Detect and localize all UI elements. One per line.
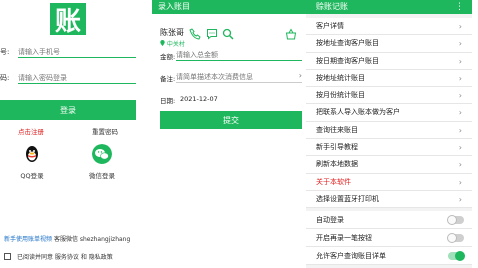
menu-item[interactable]: 按地址统计账目 › <box>306 69 472 88</box>
chevron-right-icon: › <box>458 91 462 101</box>
password-row: 码: <box>0 70 136 86</box>
menu-item-label: 刷新本地数据 <box>316 160 358 169</box>
menu-item-label: 新手引导教程 <box>316 143 358 152</box>
menu-item[interactable]: 查询往来账目 › <box>306 121 472 140</box>
qq-icon <box>26 146 38 162</box>
customer-location: 中关村 <box>160 39 185 48</box>
menu-item[interactable]: 选择设置蓝牙打印机 › <box>306 190 472 209</box>
date-row[interactable]: 日期: 2021-12-07 <box>160 92 302 106</box>
chevron-right-icon: › <box>458 73 462 83</box>
toggle-knob <box>447 215 457 225</box>
menu-screen: 赊账记账 ⋮ 客户详情 › 按地址查询客户账目 › 按日期查询客户账目 › 按地址统计账目 ›… <box>306 0 472 268</box>
note-row: 备注: › <box>160 70 302 84</box>
switch-row: 允许客户查询账目详单 <box>306 247 472 265</box>
menu-item[interactable]: 刷新本地数据 › <box>306 156 472 174</box>
entry-app-bar: 录入账目 <box>152 0 306 14</box>
agreement-row: 已阅读并同意 服务协议 和 隐私政策 <box>4 252 113 261</box>
toggle-knob <box>447 233 457 243</box>
chevron-right-icon: › <box>458 22 462 31</box>
service-wechat: 客服微信 shezhangjizhang <box>53 236 131 243</box>
basket-icon[interactable] <box>285 28 297 40</box>
menu-item[interactable]: 客户详情 › <box>306 18 472 36</box>
chevron-right-icon: › <box>458 177 462 187</box>
agree-checkbox[interactable] <box>4 253 11 260</box>
qq-login[interactable]: QQ登录 <box>12 144 52 180</box>
toggle-switch[interactable] <box>447 215 464 225</box>
settings-switches: 自动登录开启再录一笔按钮允许客户查询账目详单 <box>306 211 472 265</box>
note-input[interactable] <box>176 71 302 83</box>
menu-item[interactable]: 把联系人导入账本做为客户 › <box>306 104 472 122</box>
amount-input[interactable] <box>176 49 302 61</box>
menu-item-label: 按月份统计账目 <box>316 91 365 100</box>
amount-label: 金额: <box>160 53 176 61</box>
chevron-right-icon[interactable]: › <box>299 71 302 80</box>
agree-text: 已阅读并同意 服务协议 和 隐私政策 <box>17 254 113 261</box>
menu-item[interactable]: 按地址查询客户账目 › <box>306 35 472 53</box>
qq-login-label: QQ登录 <box>20 172 44 180</box>
phone-input[interactable] <box>18 46 136 58</box>
location-text: 中关村 <box>166 41 185 48</box>
login-screen: 账 号: 码: 登录 点击注册 重置密码 QQ登录 微信登录 新手使用账单视频 … <box>0 0 152 268</box>
menu-item-label: 查询往来账目 <box>316 125 358 134</box>
menu-item-label: 把联系人导入账本做为客户 <box>316 108 400 117</box>
menu-item[interactable]: 按日期查询客户账目 › <box>306 52 472 70</box>
search-icon[interactable] <box>222 28 234 40</box>
date-value[interactable]: 2021-12-07 <box>180 95 218 103</box>
menu-app-bar: 赊账记账 <box>306 0 472 14</box>
chevron-right-icon: › <box>458 125 462 135</box>
menu-item[interactable]: 按月份统计账目 › <box>306 87 472 105</box>
password-label: 码: <box>0 74 10 82</box>
message-icon[interactable] <box>206 28 218 40</box>
menu-item-label: 按日期查询客户账目 <box>316 56 379 65</box>
switch-row: 自动登录 <box>306 211 472 229</box>
toggle-switch[interactable] <box>447 233 464 243</box>
switch-label: 允许客户查询账目详单 <box>316 252 386 260</box>
menu-item-label: 关于本软件 <box>316 177 351 186</box>
menu-item-label: 按地址查询客户账目 <box>316 39 379 48</box>
chevron-right-icon: › <box>458 194 462 204</box>
switch-label: 自动登录 <box>316 216 344 224</box>
login-button[interactable]: 登录 <box>0 100 136 120</box>
note-label: 备注: <box>160 75 176 83</box>
reset-password-link[interactable]: 重置密码 <box>92 126 118 136</box>
wechat-login[interactable]: 微信登录 <box>82 144 122 180</box>
entry-title: 录入账目 <box>158 2 190 11</box>
app-logo: 账 <box>50 3 86 37</box>
chevron-right-icon: › <box>458 160 462 170</box>
help-line: 新手使用账单视频 客服微信 shezhangjizhang <box>4 234 130 243</box>
menu-item-label: 客户详情 <box>316 22 344 30</box>
tutorial-link[interactable]: 新手使用账单视频 <box>4 236 52 243</box>
location-pin-icon <box>160 40 165 46</box>
menu-item-label: 按地址统计账目 <box>316 73 365 82</box>
wechat-icon <box>92 144 112 164</box>
phone-label: 号: <box>0 48 10 56</box>
register-link[interactable]: 点击注册 <box>18 126 44 136</box>
chevron-right-icon: › <box>458 108 462 118</box>
date-label: 日期: <box>160 97 176 105</box>
menu-item[interactable]: 关于本软件 › <box>306 173 472 191</box>
chevron-right-icon: › <box>458 143 462 153</box>
logo-char: 账 <box>54 6 81 37</box>
customer-name: 陈张哥 <box>160 28 184 37</box>
submit-button[interactable]: 提交 <box>160 111 302 129</box>
menu-item-label: 选择设置蓝牙打印机 <box>316 194 379 203</box>
menu-title: 赊账记账 <box>316 2 348 11</box>
menu-item[interactable]: 新手引导教程 › <box>306 139 472 157</box>
menu-list: 客户详情 › 按地址查询客户账目 › 按日期查询客户账目 › 按地址统计账目 › 按月份统计账目… <box>306 18 472 209</box>
entry-screen: 录入账目 陈张哥 中关村 金额: 备注: › 日期: 2021-12-07 提交 <box>152 0 306 268</box>
chevron-right-icon: › <box>458 39 462 49</box>
amount-row: 金额: <box>160 48 302 62</box>
wechat-login-label: 微信登录 <box>89 172 115 180</box>
phone-icon[interactable] <box>189 28 201 40</box>
chevron-right-icon: › <box>458 56 462 66</box>
switch-row: 开启再录一笔按钮 <box>306 229 472 247</box>
toggle-knob <box>455 251 465 261</box>
phone-row: 号: <box>0 44 136 60</box>
more-vertical-icon[interactable]: ⋮ <box>455 0 464 14</box>
toggle-switch[interactable] <box>448 251 465 261</box>
password-input[interactable] <box>18 72 136 84</box>
switch-label: 开启再录一笔按钮 <box>316 234 372 242</box>
